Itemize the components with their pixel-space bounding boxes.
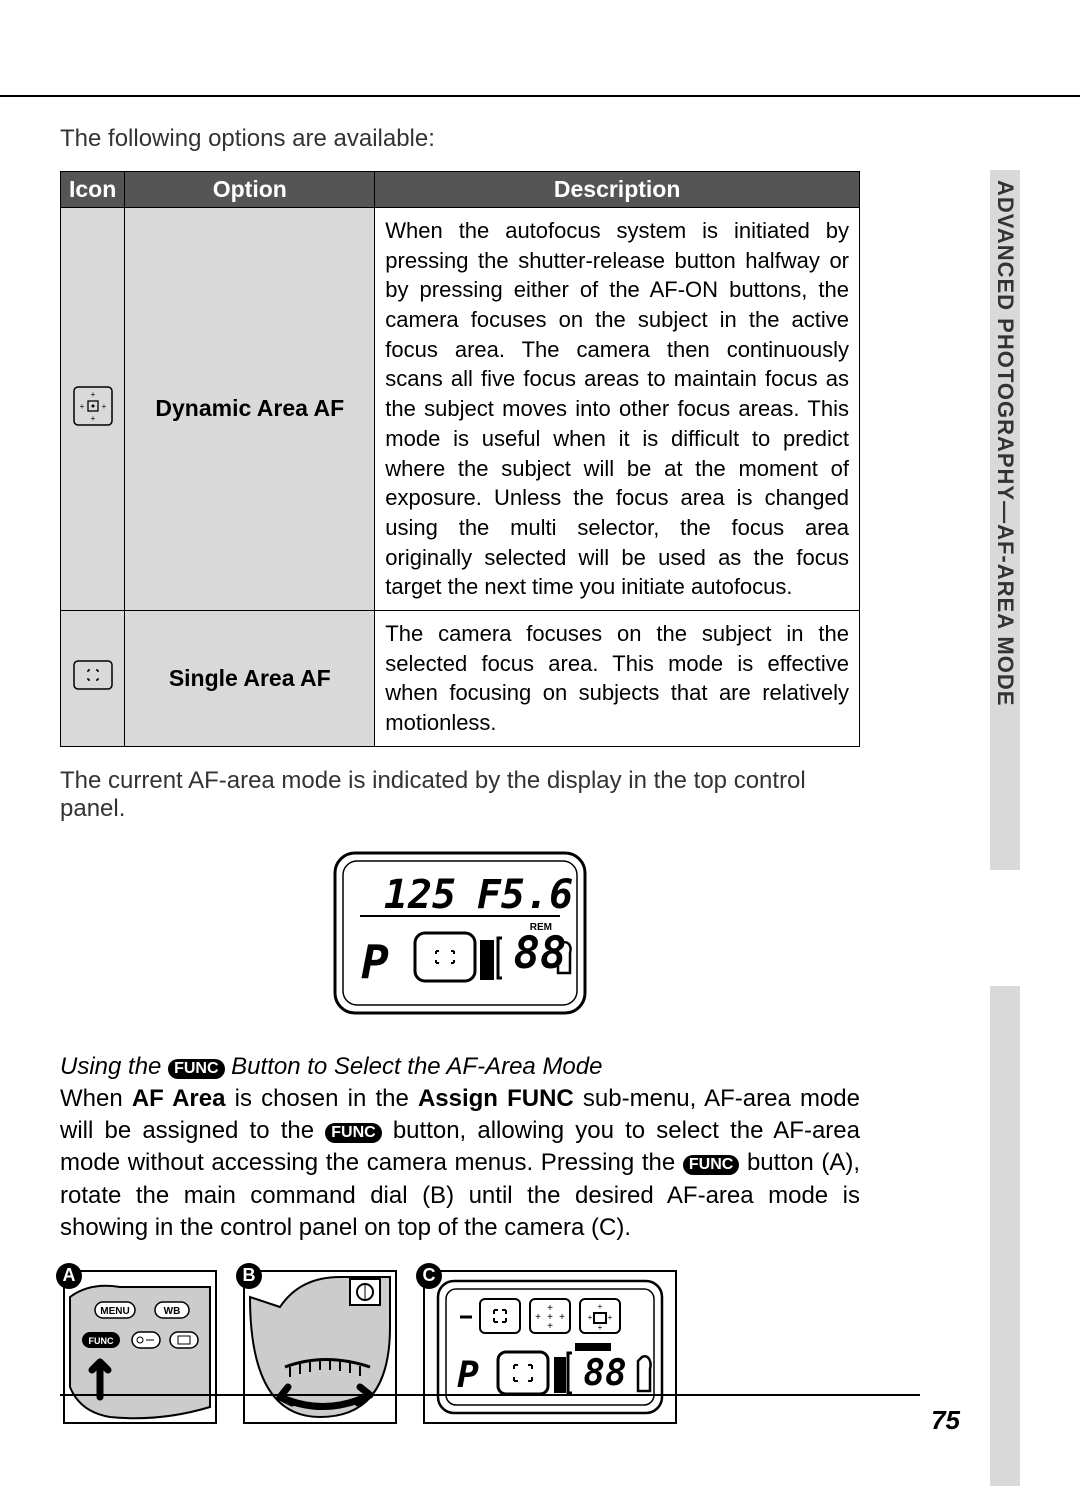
svg-text:+: + bbox=[101, 402, 106, 411]
label-c: C bbox=[416, 1263, 442, 1289]
svg-text:+: + bbox=[598, 1302, 603, 1311]
svg-text:+: + bbox=[79, 402, 84, 411]
svg-text:+: + bbox=[559, 1312, 565, 1323]
func-section: Using the FUNC Button to Select the AF-A… bbox=[60, 1053, 860, 1245]
svg-text:+: + bbox=[547, 1312, 553, 1323]
dynamic-area-label: Dynamic Area AF bbox=[125, 208, 375, 611]
single-area-desc: The camera focuses on the subject in the… bbox=[375, 610, 860, 746]
single-area-label: Single Area AF bbox=[125, 610, 375, 746]
bottom-divider bbox=[60, 1394, 920, 1396]
svg-text:+: + bbox=[608, 1313, 613, 1322]
svg-text:+: + bbox=[90, 414, 95, 423]
svg-text:MENU: MENU bbox=[100, 1306, 129, 1317]
th-description: Description bbox=[375, 172, 860, 208]
side-label: ADVANCED PHOTOGRAPHY—AF-AREA MODE bbox=[992, 180, 1018, 706]
func-title-before: Using the bbox=[60, 1053, 168, 1080]
label-a: A bbox=[56, 1263, 82, 1289]
func-icon: FUNC bbox=[325, 1123, 381, 1143]
lcd-shutter: 125 bbox=[384, 872, 456, 918]
func-body: When AF Area is chosen in the Assign FUN… bbox=[60, 1083, 860, 1245]
page-number: 75 bbox=[931, 1405, 960, 1436]
illustration-b: B bbox=[240, 1267, 400, 1432]
page-tab-bg bbox=[990, 986, 1020, 1486]
svg-text:+: + bbox=[588, 1313, 593, 1322]
svg-text:+: + bbox=[90, 390, 95, 399]
func-icon: FUNC bbox=[168, 1059, 224, 1079]
svg-text:WB: WB bbox=[164, 1306, 181, 1317]
dynamic-area-icon: + + + + bbox=[61, 208, 125, 611]
control-panel-illustration: 125 F5.6 REM P 88 bbox=[60, 848, 860, 1023]
intro-text: The following options are available: bbox=[60, 125, 860, 153]
func-title-after: Button to Select the AF-Area Mode bbox=[225, 1053, 603, 1080]
svg-text:+: + bbox=[535, 1312, 541, 1323]
label-b: B bbox=[236, 1263, 262, 1289]
th-icon: Icon bbox=[61, 172, 125, 208]
func-title: Using the FUNC Button to Select the AF-A… bbox=[60, 1053, 860, 1081]
illustration-a: A MENU WB FUNC bbox=[60, 1267, 220, 1432]
af-options-table: Icon Option Description + + + + bbox=[60, 171, 860, 747]
illustration-c: C + + + + + + + + bbox=[420, 1267, 680, 1432]
func-icon: FUNC bbox=[683, 1155, 739, 1175]
table-row: Single Area AF The camera focuses on the… bbox=[61, 610, 860, 746]
lcd-aperture: F5.6 bbox=[477, 872, 573, 918]
top-divider bbox=[0, 95, 1080, 97]
lcd-mode: P bbox=[361, 935, 389, 989]
svg-text:FUNC: FUNC bbox=[89, 1336, 114, 1346]
single-area-icon bbox=[61, 610, 125, 746]
svg-text:88: 88 bbox=[583, 1353, 626, 1394]
abc-illustrations: A MENU WB FUNC bbox=[60, 1267, 860, 1432]
svg-text:+: + bbox=[598, 1323, 603, 1332]
dynamic-area-desc: When the autofocus system is initiated b… bbox=[375, 208, 860, 611]
th-option: Option bbox=[125, 172, 375, 208]
bold-assign-func: Assign FUNC bbox=[418, 1085, 574, 1112]
below-table-text: The current AF-area mode is indicated by… bbox=[60, 767, 860, 823]
table-row: + + + + Dynamic Area AF When the autofoc… bbox=[61, 208, 860, 611]
side-tab: ADVANCED PHOTOGRAPHY—AF-AREA MODE bbox=[990, 170, 1020, 870]
page-content: The following options are available: Ico… bbox=[60, 125, 860, 1432]
bold-af-area: AF Area bbox=[132, 1085, 226, 1112]
svg-text:P: P bbox=[457, 1355, 479, 1396]
